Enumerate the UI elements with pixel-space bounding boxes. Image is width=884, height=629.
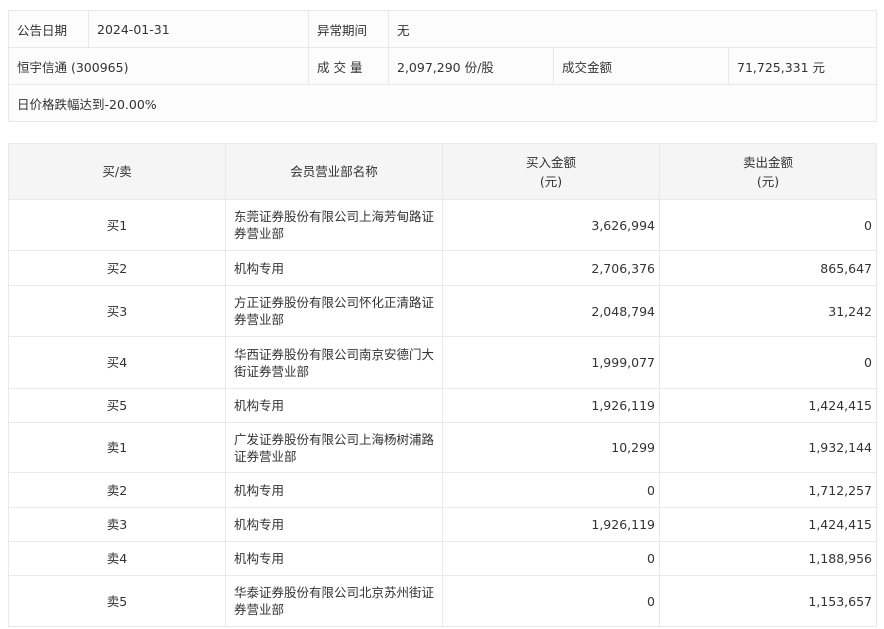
branch-name-cell: 机构专用 [225, 541, 443, 576]
branch-name-cell: 广发证券股份有限公司上海杨树浦路证券营业部 [225, 422, 443, 473]
sell-amount-cell: 0 [659, 199, 877, 251]
reason-text: 日价格跌幅达到-20.00% [8, 84, 877, 122]
table-row: 卖4 机构专用 0 1,188,956 [8, 541, 877, 576]
side-cell: 卖5 [8, 575, 226, 627]
table-row: 买1 东莞证券股份有限公司上海芳甸路证券营业部 3,626,994 0 [8, 199, 877, 251]
table-row: 买2 机构专用 2,706,376 865,647 [8, 250, 877, 286]
volume-value: 2,097,290 份/股 [388, 47, 554, 85]
side-cell: 卖1 [8, 422, 226, 473]
branch-name-cell: 华西证券股份有限公司南京安德门大街证券营业部 [225, 336, 443, 389]
date-value: 2024-01-31 [88, 10, 309, 48]
table-row: 买5 机构专用 1,926,119 1,424,415 [8, 388, 877, 423]
date-label: 公告日期 [8, 10, 89, 48]
side-cell: 卖2 [8, 472, 226, 508]
buy-amount-cell: 0 [442, 541, 660, 576]
sell-amount-cell: 1,188,956 [659, 541, 877, 576]
header-branch: 会员营业部名称 [225, 143, 443, 200]
buy-amount-cell: 10,299 [442, 422, 660, 473]
buy-amount-cell: 0 [442, 472, 660, 508]
period-label: 异常期间 [308, 10, 389, 48]
branch-name-cell: 华泰证券股份有限公司北京苏州街证券营业部 [225, 575, 443, 627]
branch-name-cell: 机构专用 [225, 507, 443, 542]
branch-name-cell: 东莞证券股份有限公司上海芳甸路证券营业部 [225, 199, 443, 251]
sell-amount-cell: 0 [659, 336, 877, 389]
amount-value: 71,725,331 元 [728, 47, 877, 85]
table-row: 卖5 华泰证券股份有限公司北京苏州街证券营业部 0 1,153,657 [8, 575, 877, 627]
info-row-reason: 日价格跌幅达到-20.00% [8, 84, 877, 122]
table-header-row: 买/卖 会员营业部名称 买入金额 (元) 卖出金额 (元) [8, 143, 877, 200]
side-cell: 卖4 [8, 541, 226, 576]
buy-amount-cell: 1,926,119 [442, 507, 660, 542]
side-cell: 买2 [8, 250, 226, 286]
side-cell: 买5 [8, 388, 226, 423]
stock-name: 恒宇信通 (300965) [8, 47, 309, 85]
sell-amount-cell: 1,712,257 [659, 472, 877, 508]
sell-amount-cell: 1,153,657 [659, 575, 877, 627]
sell-amount-cell: 865,647 [659, 250, 877, 286]
trades-table: 买/卖 会员营业部名称 买入金额 (元) 卖出金额 (元) 买1 东莞证券股份有限… [8, 143, 877, 627]
buy-amount-cell: 3,626,994 [442, 199, 660, 251]
buy-amount-cell: 2,706,376 [442, 250, 660, 286]
buy-amount-cell: 0 [442, 575, 660, 627]
sell-amount-cell: 31,242 [659, 285, 877, 337]
period-value: 无 [388, 10, 877, 48]
table-row: 卖1 广发证券股份有限公司上海杨树浦路证券营业部 10,299 1,932,144 [8, 422, 877, 473]
sell-amount-cell: 1,424,415 [659, 388, 877, 423]
branch-name-cell: 方正证券股份有限公司怀化正清路证券营业部 [225, 285, 443, 337]
side-cell: 买3 [8, 285, 226, 337]
table-row: 买4 华西证券股份有限公司南京安德门大街证券营业部 1,999,077 0 [8, 336, 877, 389]
header-side: 买/卖 [8, 143, 226, 200]
info-row-volume: 恒宇信通 (300965) 成 交 量 2,097,290 份/股 成交金额 7… [8, 47, 877, 85]
buy-amount-cell: 2,048,794 [442, 285, 660, 337]
header-buy: 买入金额 (元) [442, 143, 660, 200]
amount-label: 成交金额 [553, 47, 729, 85]
sell-amount-cell: 1,424,415 [659, 507, 877, 542]
table-row: 卖2 机构专用 0 1,712,257 [8, 472, 877, 508]
table-row: 卖3 机构专用 1,926,119 1,424,415 [8, 507, 877, 542]
sell-amount-cell: 1,932,144 [659, 422, 877, 473]
stock-info-table: 公告日期 2024-01-31 异常期间 无 恒宇信通 (300965) 成 交… [8, 10, 877, 122]
branch-name-cell: 机构专用 [225, 388, 443, 423]
info-row-date: 公告日期 2024-01-31 异常期间 无 [8, 10, 877, 48]
side-cell: 买1 [8, 199, 226, 251]
table-row: 买3 方正证券股份有限公司怀化正清路证券营业部 2,048,794 31,242 [8, 285, 877, 337]
volume-label: 成 交 量 [308, 47, 389, 85]
header-sell: 卖出金额 (元) [659, 143, 877, 200]
side-cell: 买4 [8, 336, 226, 389]
branch-name-cell: 机构专用 [225, 250, 443, 286]
buy-amount-cell: 1,999,077 [442, 336, 660, 389]
buy-amount-cell: 1,926,119 [442, 388, 660, 423]
branch-name-cell: 机构专用 [225, 472, 443, 508]
side-cell: 卖3 [8, 507, 226, 542]
